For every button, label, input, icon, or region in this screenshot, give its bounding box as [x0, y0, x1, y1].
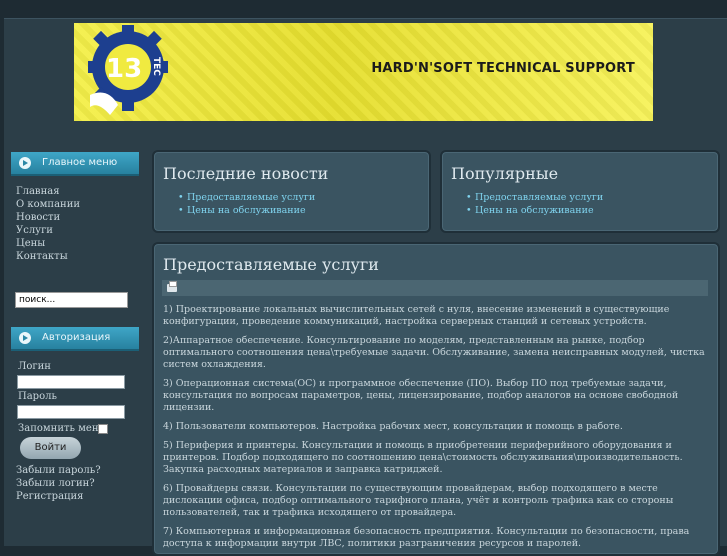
- popular-panel: Популярные Предоставляемые услуги Цены н…: [440, 150, 720, 233]
- article-paragraph: 4) Пользователи компьютеров. Настройка р…: [163, 421, 623, 432]
- menu-item-prices[interactable]: Цены: [16, 237, 80, 250]
- register-link[interactable]: Регистрация: [16, 490, 101, 503]
- print-icon[interactable]: [167, 281, 177, 292]
- menu-item-contacts[interactable]: Контакты: [16, 250, 80, 263]
- article-paragraph: 6) Провайдеры связи. Консультации по сущ…: [163, 483, 674, 518]
- popular-item[interactable]: Предоставляемые услуги: [466, 191, 603, 204]
- article-paragraph: 7) Компьютерная и информационная безопас…: [163, 526, 690, 549]
- auth-links: Забыли пароль? Забыли логин? Регистрация: [16, 464, 101, 503]
- remember-checkbox[interactable]: [98, 424, 108, 434]
- svg-text:13: 13: [106, 54, 142, 84]
- password-field[interactable]: [17, 405, 125, 419]
- popular-title: Популярные: [451, 164, 559, 183]
- latest-news-title: Последние новости: [163, 164, 329, 183]
- gear-logo-icon: 13 TEC: [88, 25, 168, 115]
- remember-label: Запомнить меня: [18, 423, 105, 434]
- arrow-right-icon: [19, 157, 31, 169]
- menu-item-about[interactable]: О компании: [16, 198, 80, 211]
- main-menu-header: Главное меню: [11, 152, 139, 174]
- search-input[interactable]: поиск...: [15, 292, 128, 308]
- article-panel: Предоставляемые услуги 1) Проектирование…: [152, 242, 720, 556]
- latest-news-item[interactable]: Цены на обслуживание: [178, 204, 315, 217]
- site-title: HARD'N'SOFT TECHNICAL SUPPORT: [371, 61, 635, 76]
- arrow-right-icon: [19, 332, 31, 344]
- article-title: Предоставляемые услуги: [163, 255, 379, 274]
- article-paragraph: 1) Проектирование локальных вычислительн…: [163, 304, 670, 327]
- article-body: 1) Проектирование локальных вычислительн…: [163, 304, 715, 554]
- menu-item-news[interactable]: Новости: [16, 211, 80, 224]
- popular-item[interactable]: Цены на обслуживание: [466, 204, 603, 217]
- login-field[interactable]: [17, 375, 125, 389]
- svg-text:TEC: TEC: [151, 57, 161, 76]
- article-paragraph: 5) Периферия и принтеры. Консультации и …: [163, 440, 683, 475]
- password-label: Пароль: [18, 391, 57, 402]
- forgot-login-link[interactable]: Забыли логин?: [16, 477, 101, 490]
- article-paragraph: 3) Операционная система(ОС) и программно…: [163, 378, 679, 413]
- article-paragraph: 2)Аппаратное обеспечение. Консультирован…: [163, 335, 705, 370]
- main-menu: Главная О компании Новости Услуги Цены К…: [16, 185, 80, 263]
- menu-item-home[interactable]: Главная: [16, 185, 80, 198]
- login-label: Логин: [18, 361, 51, 372]
- auth-header: Авторизация: [11, 327, 139, 349]
- header-banner: 13 TEC HARD'N'SOFT TECHNICAL SUPPORT: [74, 23, 653, 121]
- article-toolbar: [162, 280, 708, 296]
- menu-item-services[interactable]: Услуги: [16, 224, 80, 237]
- login-button[interactable]: Войти: [20, 437, 81, 459]
- forgot-password-link[interactable]: Забыли пароль?: [16, 464, 101, 477]
- latest-news-item[interactable]: Предоставляемые услуги: [178, 191, 315, 204]
- latest-news-panel: Последние новости Предоставляемые услуги…: [152, 150, 431, 233]
